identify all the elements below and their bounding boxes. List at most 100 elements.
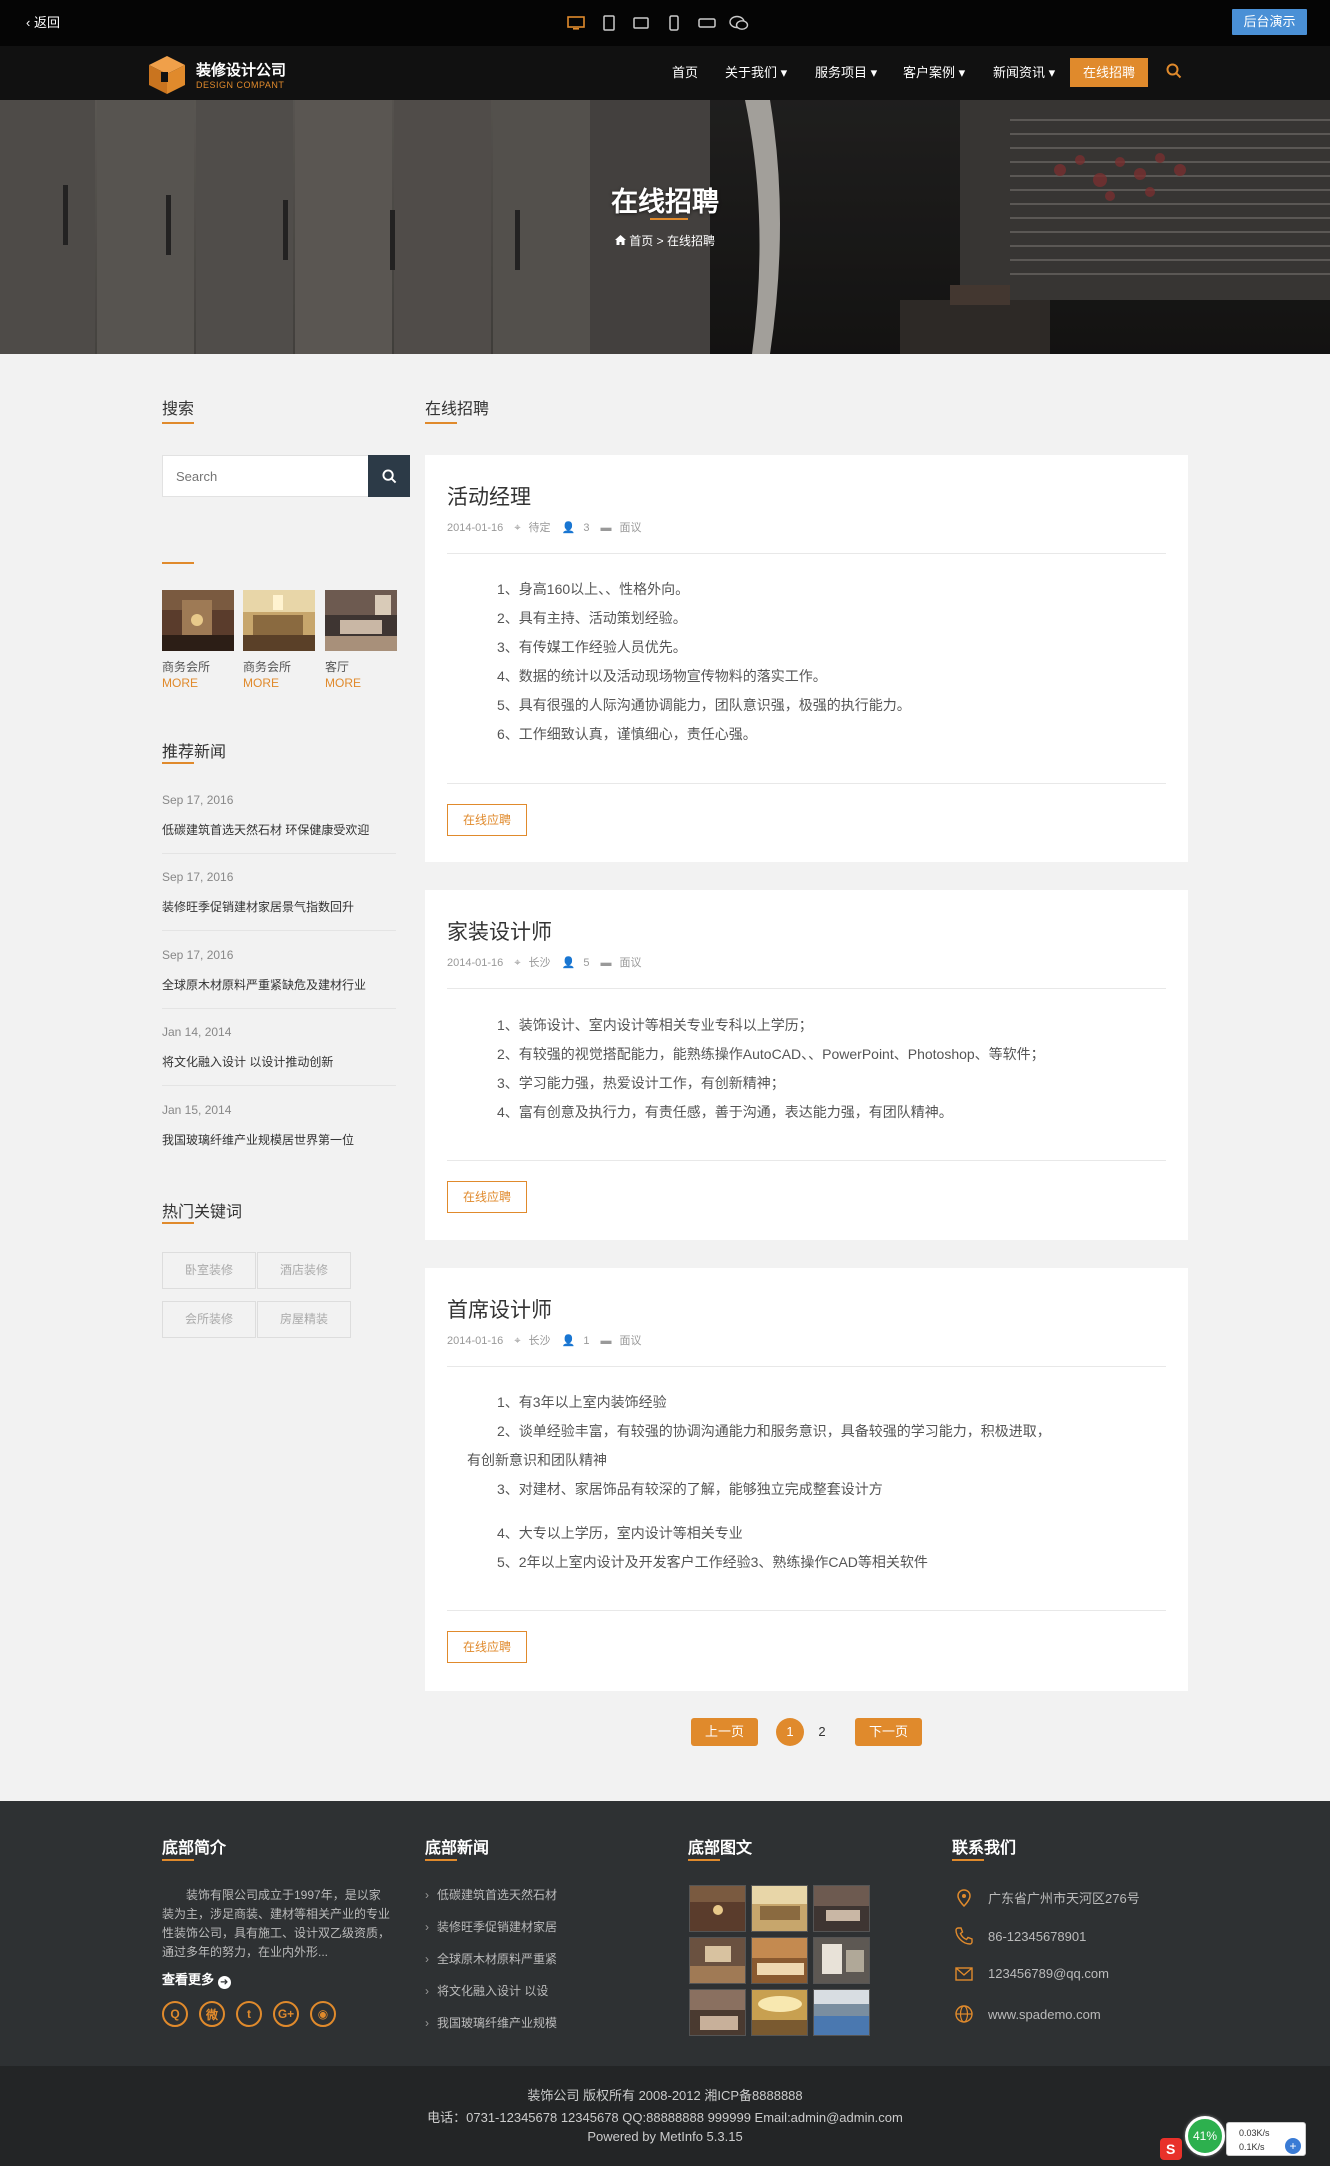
gallery-caption[interactable]: 商务会所	[162, 658, 210, 675]
search-button[interactable]	[368, 455, 410, 497]
plus-icon[interactable]: +	[1285, 2138, 1301, 2154]
keyword-tag[interactable]: 卧室装修	[162, 1252, 256, 1289]
sogou-logo-icon: S	[1160, 2138, 1182, 2160]
chevron-right-icon: ›	[425, 1952, 429, 1966]
googleplus-icon[interactable]: G+	[273, 2001, 299, 2027]
search-input[interactable]	[163, 456, 369, 496]
apply-button[interactable]: 在线应聘	[447, 1631, 527, 1663]
footer-news-link[interactable]: › 低碳建筑首选天然石材	[425, 1886, 557, 1903]
gallery-more-link[interactable]: MORE	[243, 676, 279, 690]
arrow-circle-icon: ➜	[217, 1976, 231, 1989]
footer-contact-title: 联系我们	[952, 1840, 1017, 1857]
job-meta: 2014-01-16 ⌖ 长沙 👤 5 ▬ 面议	[447, 954, 650, 970]
nav-recruitment[interactable]: 在线招聘	[1070, 58, 1148, 87]
breadcrumb-current[interactable]: 在线招聘	[667, 234, 715, 248]
nav-news[interactable]: 新闻资讯 ▾	[993, 65, 1055, 81]
divider	[447, 1610, 1166, 1611]
weibo-icon[interactable]: 微	[199, 2001, 225, 2027]
page-1[interactable]: 1	[776, 1718, 804, 1746]
news-title-link[interactable]: 我国玻璃纤维产业规模居世界第一位	[162, 1131, 354, 1148]
footer-gallery-thumb[interactable]	[689, 1885, 746, 1932]
nav-home[interactable]: 首页	[672, 65, 698, 81]
job-requirement: 4、数据的统计以及活动现场物宣传物料的落实工作。	[497, 668, 827, 684]
gallery-more-link[interactable]: MORE	[162, 676, 198, 690]
sidebar-news-title: 推荐新闻	[162, 744, 227, 761]
footer-gallery-thumb[interactable]	[689, 1937, 746, 1984]
prev-page-button[interactable]: 上一页	[691, 1718, 758, 1746]
job-card: 家装设计师 2014-01-16 ⌖ 长沙 👤 5 ▬ 面议 1、装饰设计、室内设计等…	[425, 890, 1188, 1240]
nav-about[interactable]: 关于我们 ▾	[725, 65, 787, 81]
footer-news-link[interactable]: › 装修旺季促销建材家居	[425, 1918, 557, 1935]
keyword-tag[interactable]: 会所装修	[162, 1301, 256, 1338]
tablet-portrait-icon[interactable]	[596, 11, 622, 35]
news-title-link[interactable]: 全球原木材原料严重紧缺危及建材行业	[162, 976, 366, 993]
user-icon: 👤	[561, 522, 576, 534]
main-nav: 首页 关于我们 ▾ 服务项目 ▾ 客户案例 ▾ 新闻资讯 ▾ 在线招聘	[0, 46, 1330, 100]
footer-news-link[interactable]: › 全球原木材原料严重紧	[425, 1950, 557, 1967]
job-title[interactable]: 活动经理	[447, 481, 531, 511]
divider	[162, 1085, 396, 1086]
footer-gallery-thumb[interactable]	[751, 1989, 808, 2036]
footer-news-link[interactable]: › 将文化融入设计 以设	[425, 1982, 548, 1999]
contact-email: 123456789@qq.com	[952, 1966, 1109, 1981]
phone-icon	[952, 1927, 976, 1945]
footer-news-link[interactable]: › 我国玻璃纤维产业规模	[425, 2014, 557, 2031]
banner-image	[0, 100, 1330, 354]
apply-button[interactable]: 在线应聘	[447, 1181, 527, 1213]
job-requirement: 5、具有很强的人际沟通协调能力，团队意识强，极强的执行能力。	[497, 697, 911, 713]
keyword-tag[interactable]: 酒店装修	[257, 1252, 351, 1289]
gallery-caption[interactable]: 商务会所	[243, 658, 291, 675]
phone-portrait-icon[interactable]	[661, 11, 687, 35]
location-icon: ⌖	[514, 1335, 521, 1347]
powered-by[interactable]: Powered by MetInfo 5.3.15	[0, 2129, 1330, 2144]
qq-icon[interactable]: Q	[162, 2001, 188, 2027]
chevron-right-icon: ›	[425, 1888, 429, 1902]
admin-demo-button[interactable]: 后台演示	[1232, 9, 1307, 35]
gallery-more-link[interactable]: MORE	[325, 676, 361, 690]
next-page-button[interactable]: 下一页	[855, 1718, 922, 1746]
job-title[interactable]: 家装设计师	[447, 916, 552, 946]
divider	[162, 762, 194, 764]
keyword-tag[interactable]: 房屋精装	[257, 1301, 351, 1338]
cpu-gauge: 41%	[1185, 2116, 1225, 2156]
footer-gallery-thumb[interactable]	[813, 1937, 870, 1984]
news-title-link[interactable]: 低碳建筑首选天然石材 环保健康受欢迎	[162, 821, 369, 838]
wechat-icon[interactable]	[726, 11, 752, 35]
gallery-thumb[interactable]	[162, 590, 234, 651]
footer-gallery-thumb[interactable]	[751, 1885, 808, 1932]
news-title-link[interactable]: 将文化融入设计 以设计推动创新	[162, 1053, 333, 1070]
gallery-thumb[interactable]	[325, 590, 397, 651]
footer-gallery-thumb[interactable]	[689, 1989, 746, 2036]
view-more-link[interactable]: 查看更多 ➜	[162, 1969, 231, 1989]
contact-phone-text: 86-12345678901	[988, 1928, 1087, 1944]
news-title-link[interactable]: 装修旺季促销建材家居景气指数回升	[162, 898, 354, 915]
network-speed-widget[interactable]: S 41% 0.03K/s 0.1K/s +	[1160, 2116, 1310, 2164]
job-requirement: 2、谈单经验丰富，有较强的协调沟通能力和服务意识，具备较强的学习能力，积极进取，	[497, 1423, 1051, 1439]
breadcrumb-home[interactable]: 首页	[629, 234, 653, 248]
contact-website-text[interactable]: www.spademo.com	[988, 2007, 1101, 2022]
nav-services[interactable]: 服务项目 ▾	[815, 65, 877, 81]
divider	[162, 1222, 194, 1224]
footer-news-label: 我国玻璃纤维产业规模	[437, 2016, 558, 2030]
phone-landscape-icon[interactable]	[694, 11, 720, 35]
wechat-icon[interactable]: ◉	[310, 2001, 336, 2027]
job-card: 首席设计师 2014-01-16 ⌖ 长沙 👤 1 ▬ 面议 1、有3年以上室内装饰经…	[425, 1268, 1188, 1691]
search-icon[interactable]	[1166, 63, 1182, 84]
location-icon: ⌖	[514, 957, 521, 969]
apply-button[interactable]: 在线应聘	[447, 804, 527, 836]
title-underline	[650, 218, 688, 220]
gallery-caption[interactable]: 客厅	[325, 658, 349, 675]
twitter-icon[interactable]: t	[236, 2001, 262, 2027]
nav-cases[interactable]: 客户案例 ▾	[903, 65, 965, 81]
footer-gallery-thumb[interactable]	[813, 1989, 870, 2036]
footer-gallery-thumb[interactable]	[813, 1885, 870, 1932]
divider	[162, 930, 396, 931]
footer-gallery-thumb[interactable]	[751, 1937, 808, 1984]
job-title[interactable]: 首席设计师	[447, 1294, 552, 1324]
gallery-thumb[interactable]	[243, 590, 315, 651]
job-requirement: 有创新意识和团队精神	[467, 1452, 607, 1468]
page-2[interactable]: 2	[812, 1718, 832, 1746]
back-link[interactable]: ‹ 返回	[26, 14, 60, 32]
tablet-landscape-icon[interactable]	[628, 11, 654, 35]
desktop-icon[interactable]	[563, 11, 589, 35]
